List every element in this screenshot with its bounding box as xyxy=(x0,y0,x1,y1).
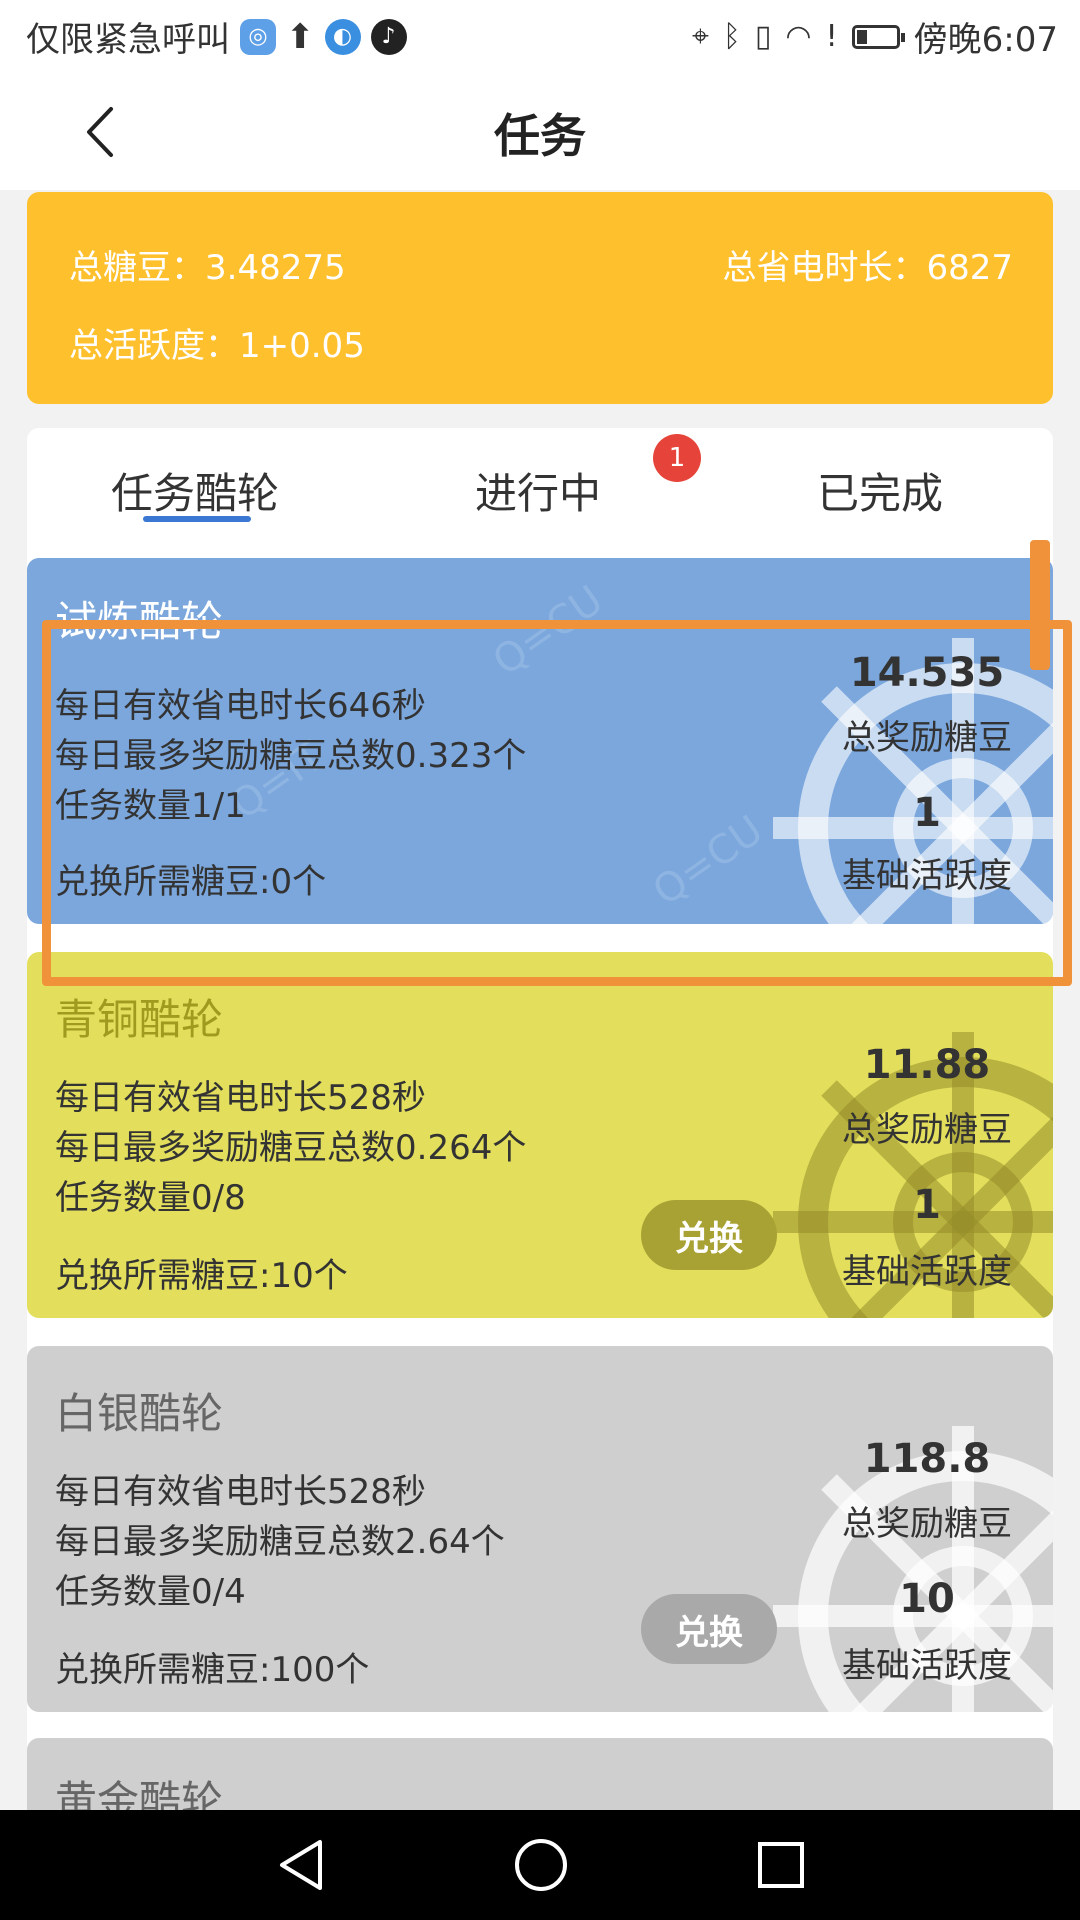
nav-home-button[interactable] xyxy=(508,1832,574,1898)
navigation-bar xyxy=(0,1810,1080,1920)
highlight-box xyxy=(42,620,1072,986)
wifi-icon: ◠ xyxy=(785,19,812,54)
total-saved-time: 总省电时长：6827 xyxy=(722,248,1013,288)
tab-bar: 任务酷轮 进行中 1 已完成 xyxy=(27,428,1053,568)
tier-cost: 兑换所需糖豆:10个 xyxy=(55,1256,348,1296)
tier-cost: 兑换所需糖豆:100个 xyxy=(55,1650,370,1690)
tier-line: 任务数量0/4 xyxy=(55,1572,246,1612)
exchange-button[interactable]: 兑换 xyxy=(641,1594,777,1664)
activity-label: 基础活跃度 xyxy=(842,1646,1012,1686)
nav-recents-button[interactable] xyxy=(748,1832,814,1898)
tier-card-gold[interactable]: 黄金酷轮 xyxy=(27,1738,1053,1810)
total-candy: 总糖豆：3.48275 xyxy=(69,248,346,288)
app-header: 任务 xyxy=(0,74,1080,190)
exchange-button[interactable]: 兑换 xyxy=(641,1200,777,1270)
in-progress-badge: 1 xyxy=(653,434,701,482)
triangle-back-icon xyxy=(280,1840,322,1890)
tiktok-icon: ♪ xyxy=(370,18,407,55)
tab-completed[interactable]: 已完成 xyxy=(817,460,943,521)
total-activity: 总活跃度：1+0.05 xyxy=(69,326,365,366)
status-time: 傍晚6:07 xyxy=(913,20,1058,60)
reward-label: 总奖励糖豆 xyxy=(842,1504,1012,1544)
upload-icon: ⬆ xyxy=(286,16,315,57)
circle-home-icon xyxy=(515,1839,567,1891)
nav-back-button[interactable] xyxy=(268,1832,334,1898)
square-recents-icon xyxy=(758,1842,804,1888)
reward-label: 总奖励糖豆 xyxy=(842,1110,1012,1150)
app-icon: ◐ xyxy=(324,18,361,55)
tier-card-bronze[interactable]: 青铜酷轮 每日有效省电时长528秒 每日最多奖励糖豆总数0.264个 任务数量0… xyxy=(27,952,1053,1318)
tier-name: 青铜酷轮 xyxy=(55,995,224,1044)
tab-active-indicator xyxy=(143,516,251,522)
vibrate-icon: ▯ xyxy=(754,19,772,54)
tier-line: 每日最多奖励糖豆总数0.264个 xyxy=(55,1128,527,1168)
tier-name: 白银酷轮 xyxy=(55,1389,224,1438)
status-bar: 仅限紧急呼叫 ◎ ⬆ ◐ ♪ ⌖ ᛒ ▯ ◠ ! 傍晚6:07 xyxy=(0,0,1080,74)
page-title: 任务 xyxy=(494,109,586,163)
app-icon: ◎ xyxy=(240,18,276,55)
reward-value: 11.88 xyxy=(863,1042,991,1088)
alert-icon: ! xyxy=(825,19,838,54)
tier-card-silver[interactable]: 白银酷轮 每日有效省电时长528秒 每日最多奖励糖豆总数2.64个 任务数量0/… xyxy=(27,1346,1053,1712)
tier-line: 每日最多奖励糖豆总数2.64个 xyxy=(55,1522,505,1562)
activity-label: 基础活跃度 xyxy=(842,1252,1012,1292)
bluetooth-icon: ᛒ xyxy=(722,19,741,54)
tab-in-progress[interactable]: 进行中 xyxy=(475,460,601,521)
tier-line: 每日有效省电时长528秒 xyxy=(55,1472,426,1512)
tier-line: 任务数量0/8 xyxy=(55,1178,246,1218)
tab-task-wheels[interactable]: 任务酷轮 xyxy=(111,460,279,521)
activity-value: 1 xyxy=(913,1182,941,1228)
carrier-text: 仅限紧急呼叫 xyxy=(26,20,230,60)
tier-name: 黄金酷轮 xyxy=(55,1777,224,1810)
tier-line: 每日有效省电时长528秒 xyxy=(55,1078,426,1118)
battery-icon xyxy=(851,24,905,49)
reward-value: 118.8 xyxy=(863,1436,991,1482)
activity-value: 10 xyxy=(899,1576,955,1622)
location-icon: ⌖ xyxy=(692,19,709,54)
summary-card: 总糖豆：3.48275 总省电时长：6827 总活跃度：1+0.05 xyxy=(27,192,1053,404)
